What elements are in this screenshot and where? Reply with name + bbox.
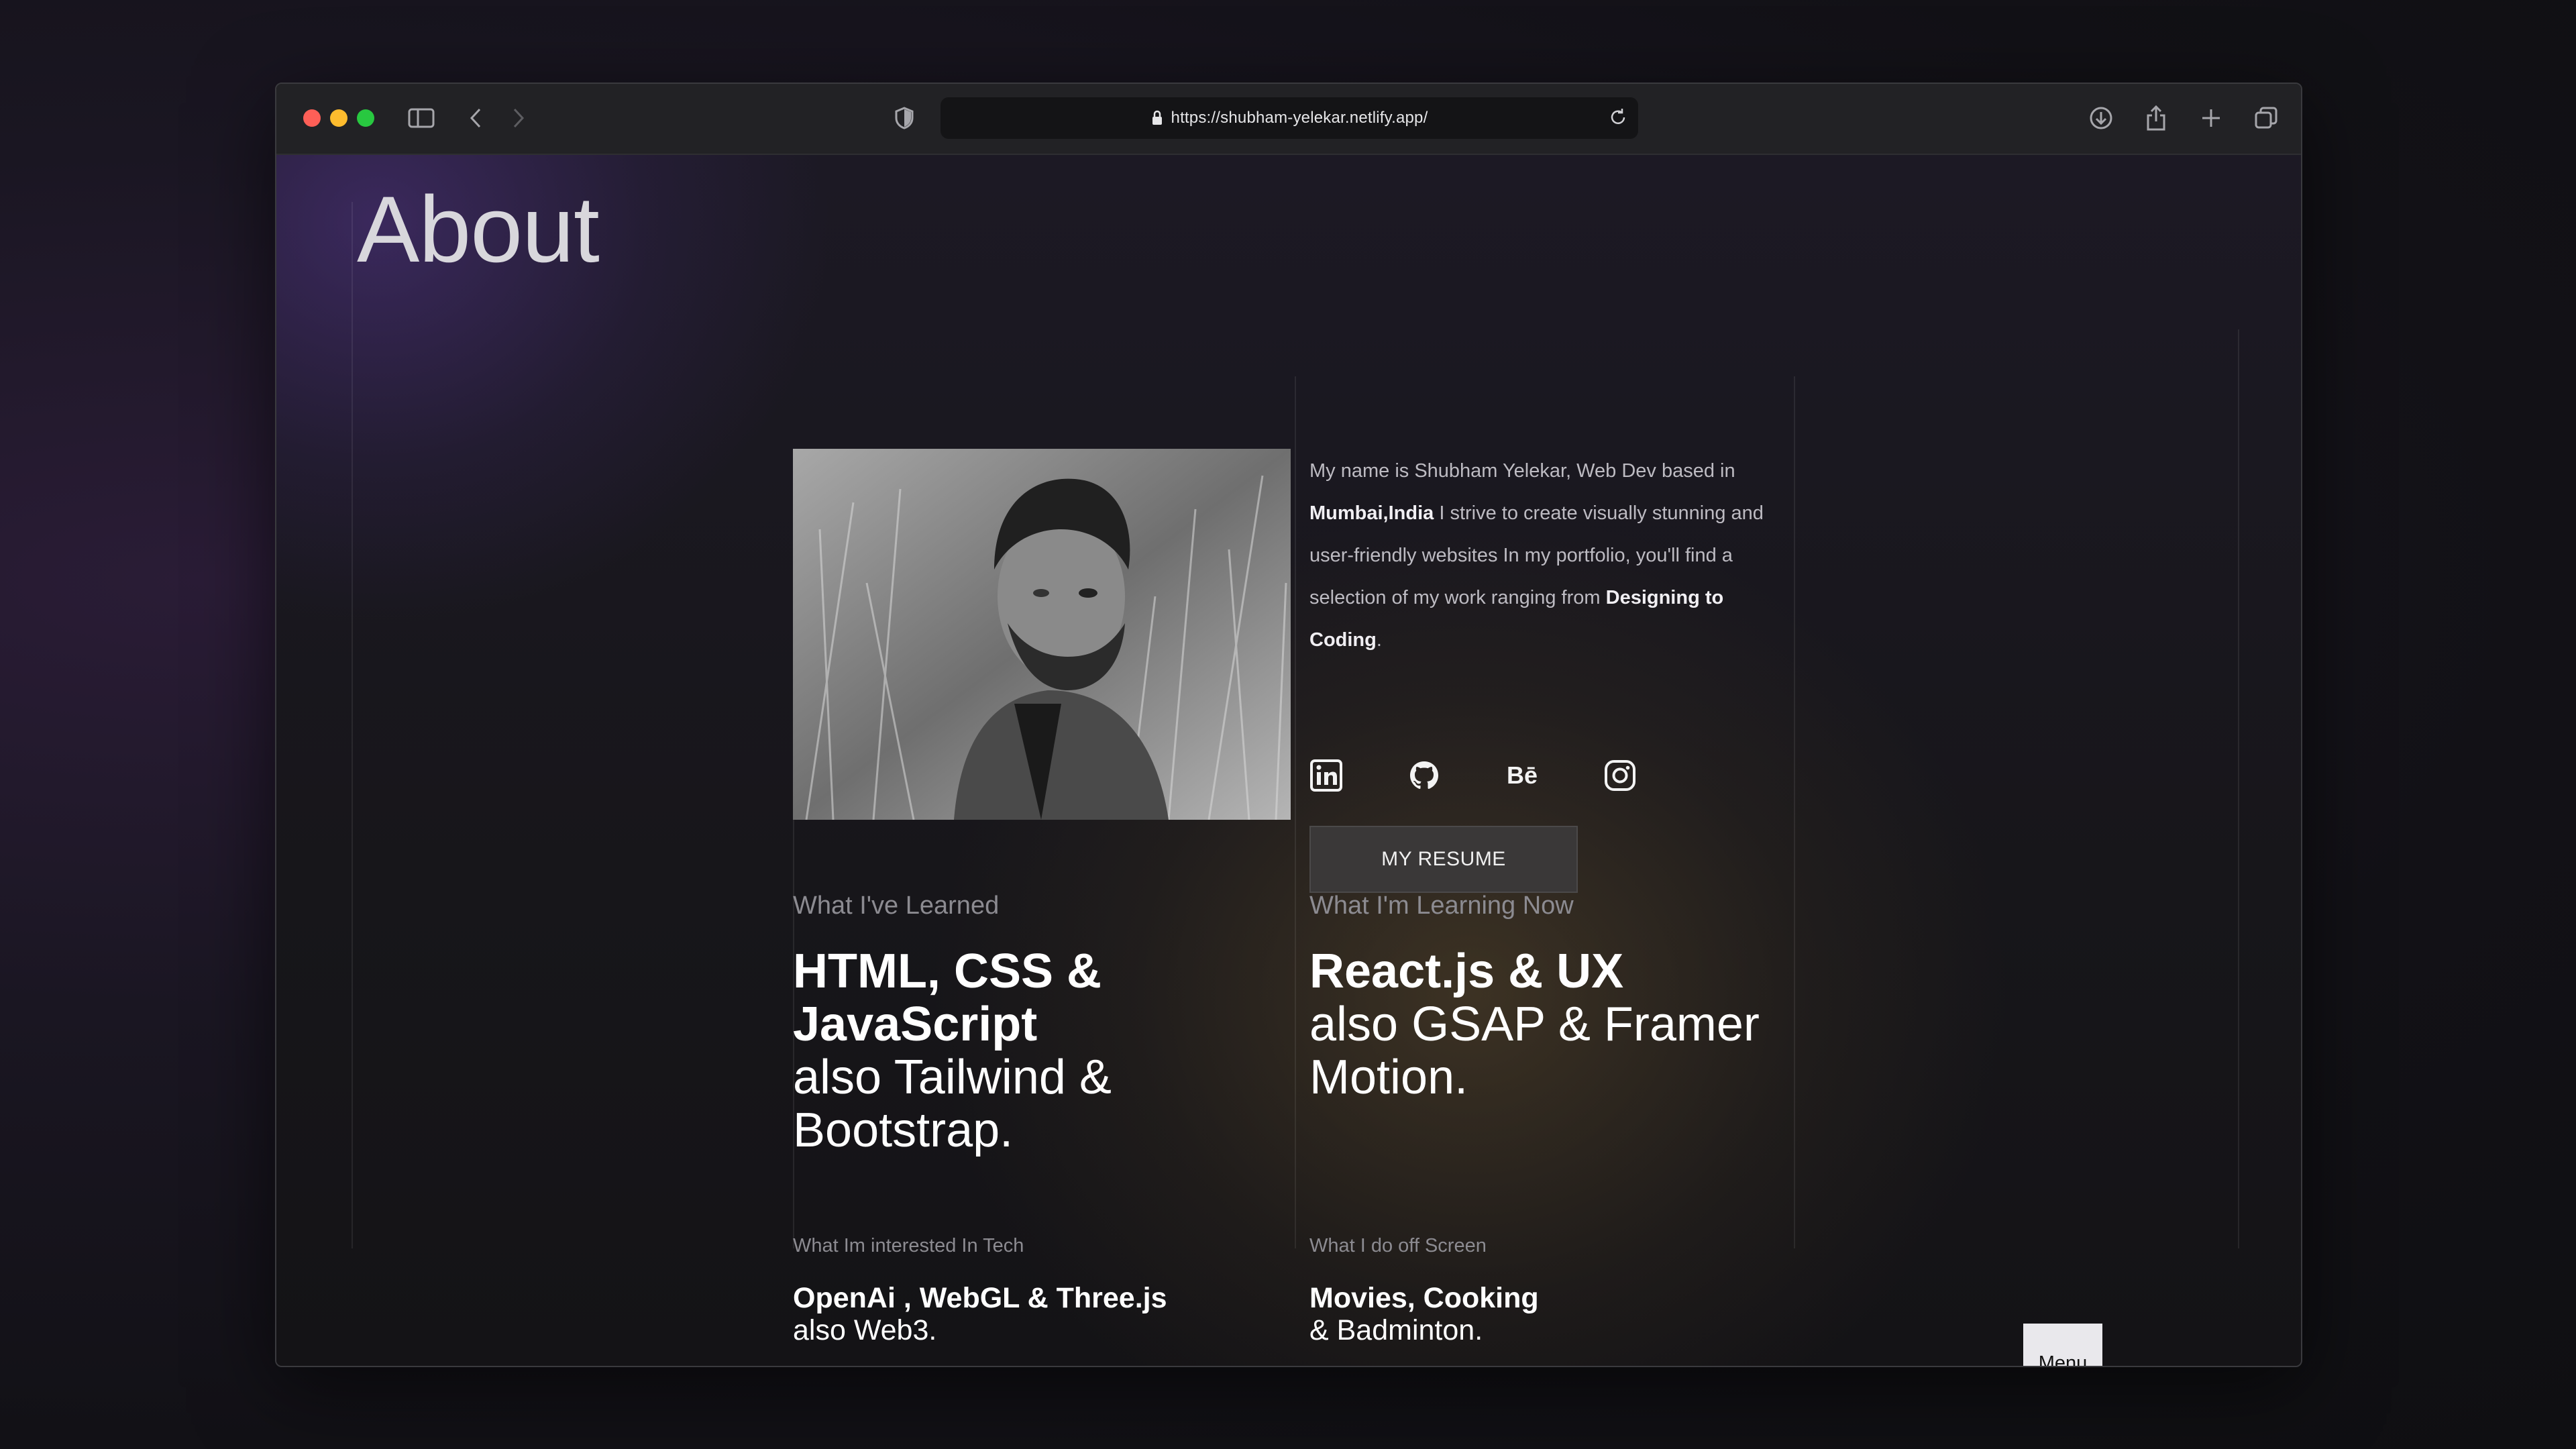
back-icon[interactable] bbox=[466, 103, 486, 133]
learned-label: What I've Learned bbox=[793, 892, 1000, 920]
tabs-overview-icon[interactable] bbox=[2253, 103, 2279, 133]
share-icon[interactable] bbox=[2143, 103, 2169, 133]
interested-label: What Im interested In Tech bbox=[793, 1235, 1024, 1256]
profile-photo-illustration bbox=[793, 449, 1291, 820]
browser-window: https://shubham-yelekar.netlify.app/ Abo… bbox=[275, 83, 2302, 1367]
offscreen-text: Movies, Cooking & Badminton. bbox=[1309, 1282, 1792, 1346]
social-links: Bē bbox=[1309, 759, 1701, 792]
shield-icon[interactable] bbox=[892, 103, 916, 133]
learning-rest: also GSAP & Framer Motion. bbox=[1309, 998, 1760, 1104]
menu-button[interactable]: Menu bbox=[2023, 1324, 2102, 1366]
minimize-window-button[interactable] bbox=[330, 109, 347, 127]
bio-text: My name is Shubham Yelekar, Web Dev base… bbox=[1309, 450, 1799, 661]
interested-text: OpenAi , WebGL & Three.js also Web3. bbox=[793, 1282, 1276, 1346]
grid-line bbox=[2238, 329, 2239, 1248]
address-bar[interactable]: https://shubham-yelekar.netlify.app/ bbox=[941, 97, 1638, 139]
browser-toolbar: https://shubham-yelekar.netlify.app/ bbox=[276, 84, 2301, 155]
learning-label: What I'm Learning Now bbox=[1309, 892, 1574, 920]
learned-rest: also Tailwind & Bootstrap. bbox=[793, 1051, 1112, 1157]
interested-rest: also Web3. bbox=[793, 1314, 937, 1346]
interested-strong: OpenAi , WebGL & Three.js bbox=[793, 1282, 1167, 1314]
learned-text: HTML, CSS & JavaScript also Tailwind & B… bbox=[793, 945, 1276, 1157]
linkedin-icon[interactable] bbox=[1309, 759, 1343, 792]
behance-glyph: Bē bbox=[1506, 761, 1538, 789]
bio-intro: My name is Shubham Yelekar, Web Dev base… bbox=[1309, 460, 1735, 482]
learned-strong: HTML, CSS & JavaScript bbox=[793, 945, 1102, 1051]
offscreen-strong: Movies, Cooking bbox=[1309, 1282, 1539, 1314]
new-tab-icon[interactable] bbox=[2198, 103, 2224, 133]
close-window-button[interactable] bbox=[303, 109, 321, 127]
forward-icon[interactable] bbox=[508, 103, 529, 133]
behance-icon[interactable]: Bē bbox=[1505, 759, 1539, 792]
resume-button[interactable]: MY RESUME bbox=[1309, 826, 1578, 893]
lock-icon bbox=[1151, 110, 1163, 126]
profile-photo bbox=[793, 449, 1291, 820]
bio-end: . bbox=[1376, 629, 1382, 651]
download-icon[interactable] bbox=[2088, 103, 2114, 133]
reload-icon[interactable] bbox=[1606, 105, 1630, 134]
bio-location: Mumbai,India bbox=[1309, 502, 1434, 524]
grid-line bbox=[1295, 376, 1296, 1248]
url-text: https://shubham-yelekar.netlify.app/ bbox=[1171, 109, 1428, 127]
zoom-window-button[interactable] bbox=[357, 109, 374, 127]
github-icon[interactable] bbox=[1407, 759, 1441, 792]
page-title: About bbox=[357, 176, 600, 282]
offscreen-rest: & Badminton. bbox=[1309, 1314, 1483, 1346]
learning-strong: React.js & UX bbox=[1309, 945, 1624, 998]
learning-text: React.js & UX also GSAP & Framer Motion. bbox=[1309, 945, 1792, 1104]
offscreen-label: What I do off Screen bbox=[1309, 1235, 1487, 1256]
sidebar-icon[interactable] bbox=[407, 103, 436, 133]
instagram-icon[interactable] bbox=[1603, 759, 1637, 792]
grid-line bbox=[352, 202, 353, 1248]
page-content: About My name is Shubham Yelekar, Web De… bbox=[276, 155, 2301, 1366]
